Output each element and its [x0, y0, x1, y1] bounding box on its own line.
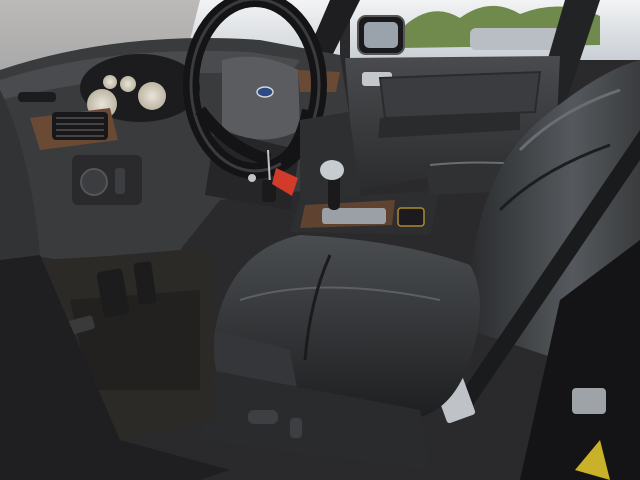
- brand-emblem: [256, 86, 274, 98]
- door-pocket: [378, 70, 542, 120]
- fuel-gauge: [120, 76, 136, 92]
- door-latch: [572, 388, 606, 414]
- steering-wheel-hub: [222, 56, 300, 140]
- air-vent-top: [18, 92, 56, 102]
- gear-selector-plate: [322, 208, 386, 224]
- temp-gauge: [103, 75, 117, 89]
- shift-knob: [320, 160, 344, 180]
- parked-car-background: [470, 28, 560, 50]
- car-interior-illustration: [0, 0, 640, 480]
- headlight-knob: [80, 168, 108, 196]
- seat-adjust-switch: [248, 410, 278, 424]
- dimmer-switch: [115, 168, 125, 194]
- car-interior-photo: [0, 0, 640, 480]
- seat-recline-switch: [290, 418, 302, 438]
- tachometer-gauge: [138, 82, 166, 110]
- cupholder: [397, 207, 425, 227]
